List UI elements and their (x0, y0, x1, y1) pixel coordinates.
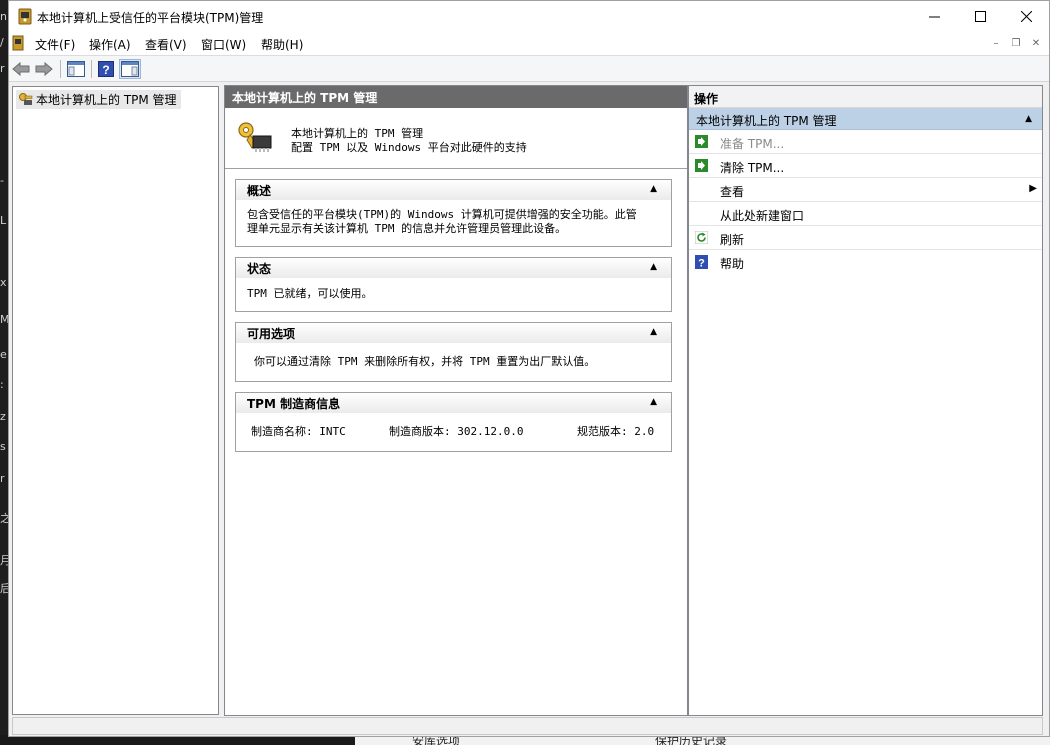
status-title: 状态 (247, 262, 272, 276)
status-section-header[interactable]: 状态 ▲ (236, 258, 671, 278)
refresh-icon (694, 230, 709, 247)
action-view[interactable]: 查看 ▶ (689, 178, 1042, 202)
action-label: 准备 TPM... (720, 137, 785, 151)
document-icon[interactable] (12, 35, 24, 51)
menu-view[interactable]: 查看(V) (145, 36, 187, 53)
menu-help[interactable]: 帮助(H) (261, 36, 303, 53)
collapse-caret-icon[interactable]: ▲ (650, 397, 657, 407)
action-prepare-tpm[interactable]: 准备 TPM... (689, 130, 1042, 154)
action-label: 从此处新建窗口 (720, 209, 805, 223)
options-body: 你可以通过清除 TPM 来删除所有权，并将 TPM 重置为出厂默认值。 (254, 355, 596, 368)
status-bar (12, 717, 1043, 735)
manufacturer-version: 制造商版本: 302.12.0.0 (389, 425, 524, 438)
actions-section-header[interactable]: 本地计算机上的 TPM 管理 ▲ (689, 108, 1042, 130)
close-button[interactable] (1003, 1, 1049, 32)
action-new-window[interactable]: 从此处新建窗口 (689, 202, 1042, 226)
action-clear-tpm[interactable]: 清除 TPM... (689, 154, 1042, 178)
manufacturer-body: 制造商名称: INTC 制造商版本: 302.12.0.0 规范版本: 2.0 (236, 413, 671, 451)
manufacturer-name: 制造商名称: INTC (251, 425, 346, 438)
overview-section-header[interactable]: 概述 ▲ (236, 180, 671, 200)
actions-pane: 操作 本地计算机上的 TPM 管理 ▲ 准备 TPM... 清除 TPM... … (688, 85, 1043, 716)
svg-text:?: ? (102, 63, 109, 77)
menu-bar: 文件(F) 操作(A) 查看(V) 窗口(W) 帮助(H) – ❐ ✕ (9, 32, 1049, 55)
show-hide-console-tree-button[interactable] (65, 59, 87, 79)
background-desktop-left: n / r -Lx Me: zsr 之月后 (0, 0, 8, 745)
console-tree-pane: 本地计算机上的 TPM 管理 (12, 86, 219, 715)
help-toolbar-button[interactable]: ? (95, 59, 117, 79)
overview-title: 概述 (247, 184, 272, 198)
action-label: 帮助 (720, 257, 745, 271)
overview-section: 概述 ▲ 包含受信任的平台模块(TPM)的 Windows 计算机可提供增强的安… (235, 179, 672, 247)
action-label: 刷新 (720, 233, 745, 247)
intro-panel: 本地计算机上的 TPM 管理 配置 TPM 以及 Windows 平台对此硬件的… (225, 108, 687, 169)
child-restore-icon[interactable]: ❐ (1007, 35, 1025, 51)
menu-action[interactable]: 操作(A) (89, 36, 131, 53)
spec-version: 规范版本: 2.0 (577, 425, 655, 438)
result-pane: 本地计算机上的 TPM 管理 本地计算机上的 TPM 管理 配置 TPM 以及 … (224, 85, 688, 716)
help-icon: ? (695, 255, 708, 272)
manufacturer-title: TPM 制造商信息 (247, 397, 341, 411)
console-tree-icon (67, 61, 85, 77)
tpm-key-icon (237, 120, 273, 157)
toolbar: ? (9, 55, 1049, 82)
manufacturer-section-header[interactable]: TPM 制造商信息 ▲ (236, 393, 671, 413)
available-options-section: 可用选项 ▲ 你可以通过清除 TPM 来删除所有权，并将 TPM 重置为出厂默认… (235, 322, 672, 382)
green-arrow-icon (695, 135, 708, 151)
collapse-caret-icon[interactable]: ▲ (650, 262, 657, 272)
window-title: 本地计算机上受信任的平台模块(TPM)管理 (37, 11, 264, 25)
tpm-tree-icon (19, 92, 33, 109)
tree-item-label: 本地计算机上的 TPM 管理 (36, 93, 177, 107)
options-title: 可用选项 (247, 327, 296, 341)
action-label: 清除 TPM... (720, 161, 785, 175)
collapse-caret-icon[interactable]: ▲ (650, 327, 657, 337)
title-bar[interactable]: 本地计算机上受信任的平台模块(TPM)管理 (9, 1, 1049, 32)
toolbar-separator (91, 60, 92, 78)
actions-section-title: 本地计算机上的 TPM 管理 (696, 114, 837, 128)
mmc-window: 本地计算机上受信任的平台模块(TPM)管理 文件(F) 操作(A) 查看(V) … (8, 0, 1050, 737)
options-section-header[interactable]: 可用选项 ▲ (236, 323, 671, 343)
menu-file[interactable]: 文件(F) (35, 36, 75, 53)
back-button[interactable] (10, 59, 32, 79)
status-body: TPM 已就绪，可以使用。 (247, 287, 373, 300)
tpm-app-icon (18, 7, 32, 25)
toolbar-separator (60, 60, 61, 78)
minimize-button[interactable] (911, 1, 957, 32)
action-help[interactable]: ? 帮助 (689, 250, 1042, 274)
action-label: 查看 (720, 185, 745, 199)
show-hide-action-pane-button[interactable] (119, 59, 141, 79)
action-pane-icon (121, 61, 139, 77)
collapse-caret-icon[interactable]: ▲ (1025, 114, 1032, 124)
menu-window[interactable]: 窗口(W) (201, 36, 246, 53)
svg-text:?: ? (698, 258, 705, 270)
forward-arrow-icon (35, 62, 53, 76)
back-arrow-icon (12, 62, 30, 76)
green-arrow-icon (695, 159, 708, 175)
child-window-controls: – ❐ ✕ (987, 35, 1045, 51)
overview-text-line-2: 理单元显示有关该计算机 TPM 的信息并允许管理员管理此设备。 (247, 222, 567, 235)
tree-item-tpm-management[interactable]: 本地计算机上的 TPM 管理 (16, 90, 181, 109)
collapse-caret-icon[interactable]: ▲ (650, 184, 657, 194)
child-close-icon[interactable]: ✕ (1027, 35, 1045, 51)
manufacturer-section: TPM 制造商信息 ▲ 制造商名称: INTC 制造商版本: 302.12.0.… (235, 392, 672, 452)
child-minimize-icon[interactable]: – (987, 35, 1005, 51)
overview-body: 包含受信任的平台模块(TPM)的 Windows 计算机可提供增强的安全功能。此… (236, 200, 671, 244)
maximize-button[interactable] (957, 1, 1003, 32)
action-refresh[interactable]: 刷新 (689, 226, 1042, 250)
submenu-arrow-icon: ▶ (1029, 183, 1037, 194)
actions-header: 操作 (689, 86, 1042, 108)
help-icon: ? (98, 61, 114, 77)
forward-button[interactable] (33, 59, 55, 79)
intro-description: 配置 TPM 以及 Windows 平台对此硬件的支持 (291, 141, 527, 154)
result-pane-header: 本地计算机上的 TPM 管理 (225, 86, 687, 108)
status-section: 状态 ▲ TPM 已就绪，可以使用。 (235, 257, 672, 312)
overview-text-line-1: 包含受信任的平台模块(TPM)的 Windows 计算机可提供增强的安全功能。此… (247, 208, 637, 221)
